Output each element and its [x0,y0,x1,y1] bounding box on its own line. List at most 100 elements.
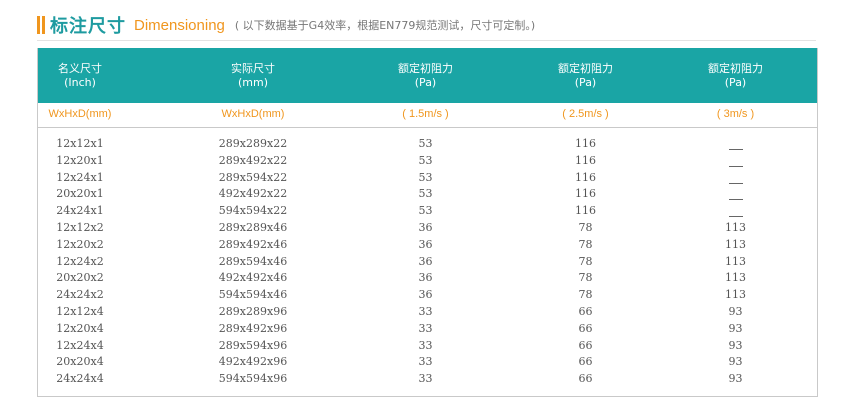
cell-nominal: 20x20x1 [56,187,104,201]
cell-resistance-2: 116 [575,137,596,150]
cell-resistance-1: 53 [418,187,433,201]
cell-nominal: 12x20x4 [56,321,104,335]
header-resistance-2: 额定初阻力 (Pa) [558,62,613,89]
cell-nominal: 20x20x4 [56,355,104,369]
cell-resistance-2: 78 [578,237,593,251]
cell-resistance-1: 36 [418,220,433,234]
cell-resistance-1: 53 [418,153,433,167]
cell-resistance-3: 93 [728,355,743,369]
cell-actual: 492x492x96 [218,355,288,369]
header-resistance-3: 额定初阻力 (Pa) [708,62,763,89]
dash-mark: — [728,206,743,218]
cell-actual: 492x492x46 [218,271,288,285]
cell-actual: 289x289x46 [218,220,288,234]
cell-resistance-3: 93 [728,304,743,318]
table-row: 24x24x1 594x594x22 53 116 — [38,203,817,220]
cell-nominal: 12x20x1 [56,153,104,167]
cell-resistance-3: 113 [725,271,746,285]
table-row: 12x20x2 289x492x46 36 78 113 [38,237,817,254]
cell-nominal: 12x24x2 [56,254,104,268]
cell-actual: 289x594x22 [218,170,288,184]
table-header: 名义尺寸 (Inch) 实际尺寸 (mm) 额定初阻力 (Pa) 额定初阻力 (Pa) … [38,48,817,103]
cell-resistance-3: — [668,186,803,203]
cell-resistance-1: 36 [418,271,433,285]
cell-resistance-2: 66 [578,372,593,386]
cell-resistance-3: 93 [728,372,743,386]
cell-resistance-3: — [668,170,803,187]
cell-resistance-3: — [668,203,803,220]
cell-resistance-1: 33 [418,338,433,352]
table-row: 12x12x1 289x289x22 53 116 — [38,136,817,153]
cell-nominal: 20x20x2 [56,271,104,285]
cell-resistance-1: 53 [418,170,433,184]
cell-resistance-2: 66 [578,338,593,352]
table-row: 12x12x4 289x289x96 33 66 93 [38,304,817,321]
table-row: 12x20x1 289x492x22 53 116 — [38,153,817,170]
cell-resistance-2: 116 [575,187,596,201]
table-row: 24x24x2 594x594x46 36 78 113 [38,287,817,304]
cell-actual: 594x594x22 [218,204,288,218]
cell-nominal: 24x24x4 [56,372,104,386]
cell-resistance-3: 93 [728,338,743,352]
cell-resistance-3: — [668,136,803,153]
table-row: 20x20x2 492x492x46 36 78 113 [38,270,817,287]
table-row: 12x24x1 289x594x22 53 116 — [38,170,817,187]
unit-velocity-3: ( 3m/s ) [716,108,755,120]
dash-mark: — [728,139,743,150]
cell-resistance-1: 36 [418,254,433,268]
title-main: 标注尺寸 [50,16,126,37]
cell-nominal: 12x12x2 [56,220,104,234]
table-row: 24x24x4 594x594x96 33 66 93 [38,371,817,388]
cell-resistance-2: 78 [578,220,593,234]
section-title: 标注尺寸 Dimensioning ( 以下数据基于G4效率，根据EN779规范… [37,14,536,37]
cell-resistance-3: 113 [725,220,746,234]
cell-actual: 289x492x46 [218,237,288,251]
cell-nominal: 24x24x2 [56,288,104,302]
title-note: ( 以下数据基于G4效率，根据EN779规范测试，尺寸可定制。) [234,19,536,32]
cell-resistance-1: 33 [418,372,433,386]
unit-row: WxHxD(mm) WxHxD(mm) ( 1.5m/s ) ( 2.5m/s … [38,103,817,127]
cell-resistance-3: 113 [725,237,746,251]
unit-velocity-1: ( 1.5m/s ) [402,108,449,120]
dash-mark: — [728,173,743,184]
cell-resistance-1: 33 [418,355,433,369]
cell-actual: 289x594x46 [218,254,288,268]
cell-resistance-1: 36 [418,288,433,302]
cell-actual: 492x492x22 [218,187,288,201]
cell-resistance-2: 78 [578,271,593,285]
cell-nominal: 12x12x4 [56,304,104,318]
header-actual-size: 实际尺寸 (mm) [231,62,275,89]
cell-nominal: 12x24x4 [56,338,104,352]
cell-actual: 289x492x96 [218,321,288,335]
cell-resistance-2: 66 [578,355,593,369]
cell-resistance-1: 53 [418,204,433,218]
header-nominal-size: 名义尺寸 (Inch) [58,62,102,89]
title-marker-icon [37,16,45,34]
unit-velocity-2: ( 2.5m/s ) [562,108,609,120]
cell-actual: 289x289x96 [218,304,288,318]
cell-resistance-1: 53 [418,137,433,150]
unit-actual: WxHxD(mm) [221,108,285,120]
unit-divider [38,127,817,128]
dash-mark: — [728,189,743,201]
header-resistance-1: 额定初阻力 (Pa) [398,62,453,89]
cell-resistance-2: 78 [578,254,593,268]
table-row: 12x24x2 289x594x46 36 78 113 [38,254,817,271]
cell-resistance-2: 116 [575,170,596,184]
cell-nominal: 12x20x2 [56,237,104,251]
table-row: 12x20x4 289x492x96 33 66 93 [38,321,817,338]
table-body: 12x12x1 289x289x22 53 116 — 12x20x1 289x492x22… [38,136,817,388]
table-row: 20x20x1 492x492x22 53 116 — [38,186,817,203]
cell-nominal: 12x12x1 [56,137,104,150]
unit-nominal: WxHxD(mm) [48,108,112,120]
cell-resistance-2: 116 [575,153,596,167]
table-row: 20x20x4 492x492x96 33 66 93 [38,354,817,371]
cell-resistance-1: 33 [418,321,433,335]
cell-actual: 289x594x96 [218,338,288,352]
dash-mark: — [728,156,743,167]
dimension-table: 名义尺寸 (Inch) 实际尺寸 (mm) 额定初阻力 (Pa) 额定初阻力 (Pa) … [37,48,818,397]
cell-resistance-2: 116 [575,204,596,218]
table-row: 12x24x4 289x594x96 33 66 93 [38,338,817,355]
table-row: 12x12x2 289x289x46 36 78 113 [38,220,817,237]
cell-resistance-1: 36 [418,237,433,251]
